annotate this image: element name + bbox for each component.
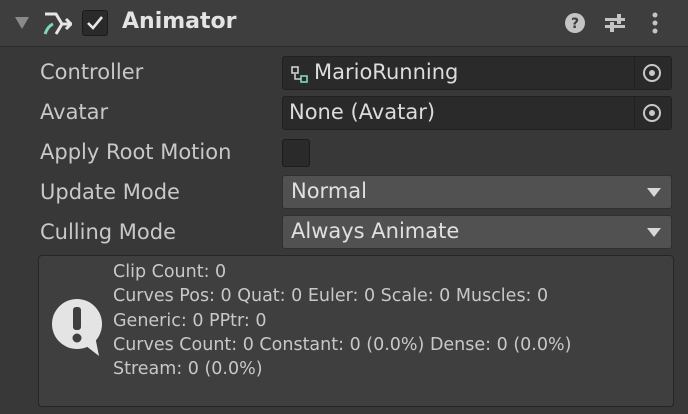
- controller-field[interactable]: MarioRunning: [282, 56, 672, 90]
- object-picker-icon: [643, 104, 661, 122]
- info-line-clip-count: Clip Count: 0: [113, 262, 227, 282]
- info-text: Clip Count: 0 Curves Pos: 0 Quat: 0 Eule…: [113, 260, 571, 381]
- foldout-expanded-icon[interactable]: [14, 15, 30, 34]
- info-icon: [51, 298, 103, 364]
- chevron-down-icon: [647, 188, 661, 197]
- clip-info-box: Clip Count: 0 Curves Pos: 0 Quat: 0 Eule…: [38, 255, 674, 407]
- presets-icon[interactable]: [604, 12, 626, 38]
- apply-root-motion-label: Apply Root Motion: [40, 140, 232, 164]
- culling-mode-value: Always Animate: [291, 219, 460, 243]
- info-line-generic: Generic: 0 PPtr: 0: [113, 310, 267, 331]
- controller-label: Controller: [40, 60, 144, 84]
- svg-text:?: ?: [571, 16, 579, 32]
- controller-object-picker[interactable]: [634, 57, 671, 89]
- info-line-stream: Stream: 0 (0.0%): [113, 359, 263, 380]
- info-line-curves-count: Curves Count: 0 Constant: 0 (0.0%) Dense…: [113, 334, 572, 355]
- chevron-down-icon: [647, 228, 661, 237]
- avatar-object-picker[interactable]: [634, 97, 671, 129]
- animator-controller-icon: [291, 65, 309, 89]
- info-line-curves-pos: Curves Pos: 0 Quat: 0 Euler: 0 Scale: 0 …: [113, 286, 549, 307]
- help-icon[interactable]: ?: [564, 12, 586, 38]
- component-enabled-checkbox[interactable]: [82, 10, 108, 36]
- update-mode-dropdown[interactable]: Normal: [282, 175, 672, 209]
- culling-mode-label: Culling Mode: [40, 220, 177, 244]
- kebab-menu-icon[interactable]: [648, 12, 662, 38]
- object-picker-icon: [643, 64, 661, 82]
- animator-component-icon: [42, 10, 74, 42]
- component-header: Animator ?: [0, 0, 688, 47]
- update-mode-label: Update Mode: [40, 180, 180, 204]
- controller-value: MarioRunning: [314, 60, 459, 84]
- culling-mode-dropdown[interactable]: Always Animate: [282, 215, 672, 249]
- avatar-field[interactable]: None (Avatar): [282, 96, 672, 130]
- avatar-label: Avatar: [40, 100, 109, 124]
- component-title: Animator: [122, 9, 237, 34]
- avatar-value: None (Avatar): [289, 100, 436, 124]
- apply-root-motion-checkbox[interactable]: [282, 139, 310, 167]
- update-mode-value: Normal: [291, 179, 367, 203]
- checkmark-icon: [87, 16, 104, 30]
